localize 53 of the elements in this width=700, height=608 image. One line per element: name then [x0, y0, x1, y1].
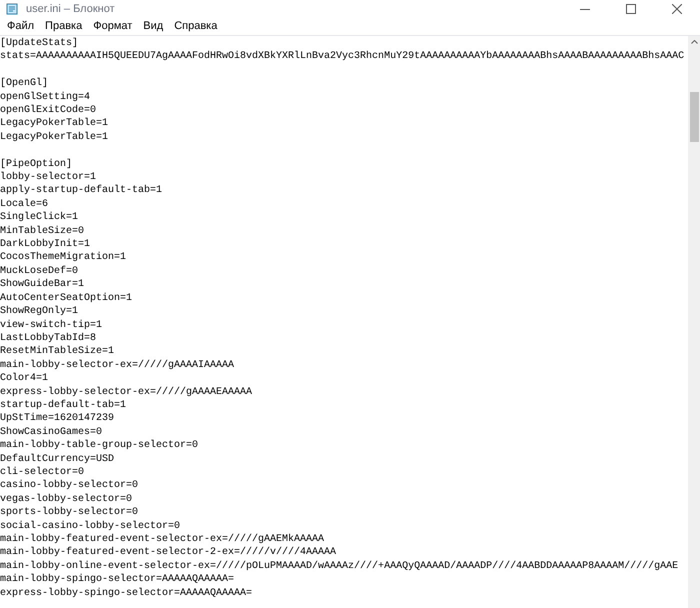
maximize-icon	[626, 4, 636, 14]
text-line: ResetMinTableSize=1	[0, 345, 114, 359]
text-line: casino-lobby-selector=0	[0, 479, 138, 493]
close-icon	[672, 4, 682, 14]
text-line: MuckLoseDef=0	[0, 264, 78, 278]
text-line: UpStTime=1620147239	[0, 412, 114, 426]
text-line: DarkLobbyInit=1	[0, 238, 90, 252]
menu-item[interactable]: Вид	[138, 18, 168, 34]
minimize-icon	[580, 8, 590, 10]
menu-item[interactable]: Файл	[2, 18, 40, 34]
menu-item[interactable]: Формат	[88, 18, 138, 34]
text-line: openGlSetting=4	[0, 90, 90, 104]
text-line: stats=AAAAAAAAAAIH5QUEEDU7AgAAAAFodHRwOi8vdXBkYXRlLnBva2Vyc3RhcnMuY29tAAAAAAAAAAYbAAAAAAAABhsAAAABAAAAAAAAABhsAAAC	[0, 50, 684, 64]
text-line: main-lobby-featured-event-selector-2-ex=/////v////4AAAAA	[0, 546, 336, 560]
section-header: [UpdateStats]	[0, 37, 78, 50]
text-line: lobby-selector=1	[0, 171, 96, 184]
scroll-up-icon	[690, 40, 698, 44]
text-line: apply-startup-default-tab=1	[0, 184, 162, 198]
text-line: main-lobby-online-event-selector-ex=/////pOLuPMAAAAD/wAAAAz////+AAAQyQAAAAD/AAAADP////4AABDDAAAAAP8AAAAM/////gAAE	[0, 560, 678, 574]
text-line: express-lobby-spingo-selector=AAAAAQAAAAA=	[0, 586, 252, 600]
text-line: AutoCenterSeatOption=1	[0, 292, 132, 306]
text-line: Color4=1	[0, 372, 48, 386]
text-line: sports-lobby-selector=0	[0, 506, 138, 520]
text-line: main-lobby-spingo-selector=AAAAAQAAAAA=	[0, 573, 234, 587]
text-line: LastLobbyTabId=8	[0, 332, 96, 346]
text-line: express-lobby-selector-ex=/////gAAAAEAAAAA	[0, 386, 252, 399]
text-line: Locale=6	[0, 198, 48, 212]
text-line: ShowRegOnly=1	[0, 305, 78, 318]
scrollbar-thumb[interactable]	[690, 92, 698, 142]
section-header: [OpenGl]	[0, 77, 48, 91]
text-line: SingleClick=1	[0, 211, 78, 225]
text-line: DefaultCurrency=USD	[0, 452, 114, 466]
text-line: cli-selector=0	[0, 466, 84, 480]
text-line: LegacyPokerTable=1	[0, 130, 108, 144]
text-line: MinTableSize=0	[0, 224, 84, 238]
menu-item[interactable]: Справка	[169, 18, 222, 34]
notepad-icon	[6, 3, 18, 15]
window-title: user.ini – Блокнот	[26, 2, 115, 17]
text-line: social-casino-lobby-selector=0	[0, 520, 180, 533]
text-line: CocosThemeMigration=1	[0, 251, 126, 265]
text-line: vegas-lobby-selector=0	[0, 492, 132, 506]
text-line: LegacyPokerTable=1	[0, 117, 108, 131]
text-line: view-switch-tip=1	[0, 318, 102, 332]
text-line: main-lobby-featured-event-selector-ex=/////gAAEMkAAAAA	[0, 533, 324, 546]
text-line: main-lobby-selector-ex=/////gAAAAIAAAAA	[0, 358, 234, 372]
text-line: openGlExitCode=0	[0, 104, 96, 118]
text-line: ShowGuideBar=1	[0, 278, 84, 292]
scrollbar[interactable]	[688, 36, 700, 608]
text-line: startup-default-tab=1	[0, 398, 126, 412]
section-header: [PipeOption]	[0, 158, 72, 172]
menu-item[interactable]: Правка	[40, 18, 88, 34]
text-line: ShowCasinoGames=0	[0, 426, 102, 440]
text-line: main-lobby-table-group-selector=0	[0, 439, 198, 453]
